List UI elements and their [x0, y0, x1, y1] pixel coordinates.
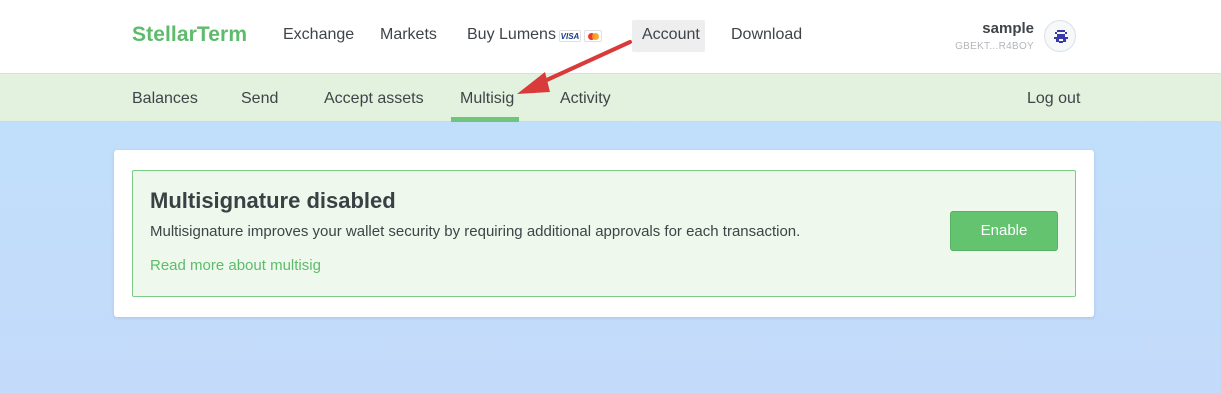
- nav-markets[interactable]: Markets: [380, 26, 437, 44]
- nav-exchange[interactable]: Exchange: [283, 26, 354, 44]
- identicon-icon[interactable]: [1044, 20, 1076, 52]
- enable-multisig-button[interactable]: Enable: [950, 211, 1058, 251]
- multisig-disabled-notice: Multisignature disabled Multisignature i…: [132, 170, 1076, 297]
- read-more-multisig-link[interactable]: Read more about multisig: [150, 257, 321, 274]
- subnav-active-indicator: [451, 117, 519, 122]
- user-public-key: GBEKT...R4BOY: [955, 41, 1034, 52]
- subnav-activity[interactable]: Activity: [560, 90, 611, 108]
- logout-link[interactable]: Log out: [1027, 90, 1080, 108]
- subnav-balances[interactable]: Balances: [132, 90, 198, 108]
- notice-description: Multisignature improves your wallet secu…: [150, 223, 801, 240]
- multisig-card: Multisignature disabled Multisignature i…: [114, 150, 1094, 317]
- user-name: sample: [982, 20, 1034, 37]
- visa-icon: VISA: [559, 30, 581, 42]
- nav-account-label: Account: [642, 26, 700, 43]
- notice-title: Multisignature disabled: [150, 188, 396, 213]
- subnav-accept-assets[interactable]: Accept assets: [324, 90, 424, 108]
- mastercard-icon: [584, 30, 602, 42]
- nav-download[interactable]: Download: [731, 26, 802, 44]
- subnav-send[interactable]: Send: [241, 90, 278, 108]
- nav-account[interactable]: Account: [632, 20, 705, 52]
- account-subnav: Balances Send Accept assets Multisig Act…: [0, 74, 1221, 122]
- nav-buy-lumens[interactable]: Buy Lumens: [467, 26, 556, 44]
- brand-logo[interactable]: StellarTerm: [132, 23, 247, 47]
- subnav-multisig[interactable]: Multisig: [460, 90, 514, 108]
- top-header: StellarTerm Exchange Markets Buy Lumens …: [0, 0, 1221, 74]
